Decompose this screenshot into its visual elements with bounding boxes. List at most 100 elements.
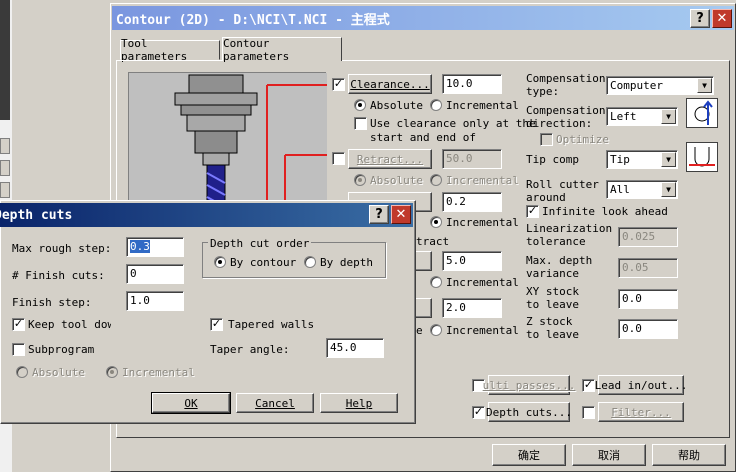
help-title-button[interactable]: ? (690, 9, 710, 28)
z-stock-label: Z stock to leave (526, 315, 579, 341)
tab-contour-parameters[interactable]: Contour parameters (222, 37, 342, 63)
max-rough-step-input[interactable]: 0.3 (126, 237, 184, 257)
depth-incremental-radio[interactable] (430, 324, 442, 336)
by-depth-label: By depth (320, 256, 373, 269)
depth-cancel-button[interactable]: Cancel (236, 393, 314, 413)
lead-inout-checkbox[interactable]: ✓ (582, 379, 595, 392)
question-icon: ? (696, 11, 704, 26)
retract-checkbox[interactable] (332, 152, 345, 165)
top-incremental-radio[interactable] (430, 276, 442, 288)
tip-comp-label: Tip comp (526, 153, 579, 166)
retract-label: Retract... (356, 152, 424, 166)
clearance-only-checkbox[interactable] (354, 117, 367, 130)
linearization-input[interactable]: 0.025 (618, 227, 678, 247)
retract-button[interactable]: Retract... (348, 149, 432, 169)
max-rough-step-value: 0.3 (130, 240, 150, 253)
sub-incremental-radio[interactable] (106, 366, 118, 378)
z-stock-input[interactable]: 0.0 (618, 319, 678, 339)
sub-absolute-radio[interactable] (16, 366, 28, 378)
dropdown-arrow-icon: ▼ (697, 78, 712, 93)
max-rough-step-label: Max rough step: (12, 242, 112, 255)
clearance-input[interactable]: 10.0 (442, 74, 502, 94)
main-cancel-button[interactable]: 取消 (572, 444, 646, 466)
main-help-label: 帮助 (678, 449, 700, 462)
roll-cutter-label: Roll cutter around (526, 178, 599, 204)
taper-angle-input[interactable]: 45.0 (326, 338, 384, 358)
retract-input[interactable]: 50.0 (442, 149, 502, 169)
clearance-incremental-radio[interactable] (430, 99, 442, 111)
feed-plane-input[interactable]: 0.2 (442, 192, 502, 212)
infinite-look-ahead-checkbox[interactable]: ✓ (526, 205, 539, 218)
clearance-checkbox[interactable]: ✓ (332, 78, 345, 91)
depth-incremental-label: Incremental (446, 324, 519, 337)
keep-tool-down-label: Keep tool down (28, 318, 111, 331)
tip-comp-select[interactable]: Tip ▼ (606, 150, 678, 169)
main-ok-button[interactable]: 确定 (492, 444, 566, 466)
comp-type-value: Computer (610, 79, 663, 92)
close-title-button[interactable]: ✕ (712, 9, 732, 28)
finish-cuts-label: # Finish cuts: (12, 269, 105, 282)
depth-cuts-title-bar[interactable]: Depth cuts (0, 203, 413, 227)
finish-cuts-input[interactable]: 0 (126, 264, 184, 284)
retract-incremental-radio[interactable] (430, 174, 442, 186)
by-contour-radio[interactable] (214, 256, 226, 268)
comp-dir-label: Compensation direction: (526, 104, 606, 130)
filter-checkbox[interactable] (582, 406, 595, 419)
by-contour-label: By contour (230, 256, 297, 269)
by-depth-radio[interactable] (304, 256, 316, 268)
depth-ok-button[interactable]: OK (151, 392, 231, 414)
tapered-walls-label: Tapered walls (228, 318, 315, 331)
clearance-only-label: Use clearance only at the start and end … (370, 117, 536, 144)
close-icon: ✕ (395, 207, 407, 222)
depth-cuts-label: Depth cuts... (485, 405, 573, 419)
depth-help-label: Help (345, 396, 373, 410)
main-help-button[interactable]: 帮助 (652, 444, 726, 466)
max-depth-input[interactable]: 0.05 (618, 258, 678, 278)
subprogram-checkbox[interactable] (12, 343, 25, 356)
filter-button[interactable]: Filter... (598, 402, 684, 422)
depth-cuts-button[interactable]: Depth cuts... (485, 402, 573, 422)
clearance-button[interactable]: Clearance... (348, 74, 432, 94)
finish-step-input[interactable]: 1.0 (126, 291, 184, 311)
depth-input[interactable]: 2.0 (442, 298, 502, 318)
tip-comp-icon (686, 142, 718, 172)
top-of-stock-input[interactable]: 5.0 (442, 251, 502, 271)
infinite-look-ahead-label: Infinite look ahead (542, 205, 668, 218)
retract-absolute-label: Absolute (370, 174, 423, 187)
depth-close-title-button[interactable]: ✕ (391, 205, 411, 224)
depth-help-title-button[interactable]: ? (369, 205, 389, 224)
max-depth-label: Max. depth variance (526, 254, 593, 280)
keep-tool-down-checkbox[interactable]: ✓ (12, 318, 25, 331)
top-incremental-label: Incremental (446, 276, 519, 289)
clearance-absolute-radio[interactable] (354, 99, 366, 111)
depth-help-button[interactable]: Help (320, 393, 398, 413)
comp-type-select[interactable]: Computer ▼ (606, 76, 714, 95)
feed-plane-incremental-radio[interactable] (430, 216, 442, 228)
desktop-slot (0, 138, 10, 154)
question-icon: ? (375, 207, 383, 222)
roll-cutter-value: All (610, 183, 630, 196)
finish-step-label: Finish step: (12, 296, 92, 309)
comp-dir-select[interactable]: Left ▼ (606, 107, 678, 126)
contour-title: Contour (2D) - D:\NCI\T.NCI - 主程式 (116, 12, 390, 28)
multi-passes-label: ulti passes... (482, 378, 576, 392)
retract-absolute-radio[interactable] (354, 174, 366, 186)
roll-cutter-select[interactable]: All ▼ (606, 180, 678, 199)
lead-inout-button[interactable]: Lead in/out... (595, 375, 687, 395)
comp-direction-icon (686, 98, 718, 128)
multi-passes-button[interactable]: ulti passes... (483, 375, 575, 395)
depth-order-label: Depth cut order (208, 237, 312, 250)
tab-tool-parameters[interactable]: Tool parameters (120, 37, 220, 63)
tapered-walls-checkbox[interactable]: ✓ (210, 318, 223, 331)
optimize-checkbox[interactable] (540, 133, 553, 146)
xy-stock-input[interactable]: 0.0 (618, 289, 678, 309)
main-ok-label: 确定 (518, 449, 540, 462)
close-icon: ✕ (716, 11, 728, 26)
tool-holder-icon (129, 73, 327, 214)
contour-title-bar[interactable]: Contour (2D) - D:\NCI\T.NCI - 主程式 (112, 6, 734, 30)
clearance-label: Clearance... (350, 77, 430, 91)
filter-label: Filter... (611, 405, 671, 419)
desktop-slot (0, 182, 10, 198)
depth-cuts-title: Depth cuts (0, 207, 73, 223)
depth-cuts-checkbox[interactable]: ✓ (472, 406, 485, 419)
